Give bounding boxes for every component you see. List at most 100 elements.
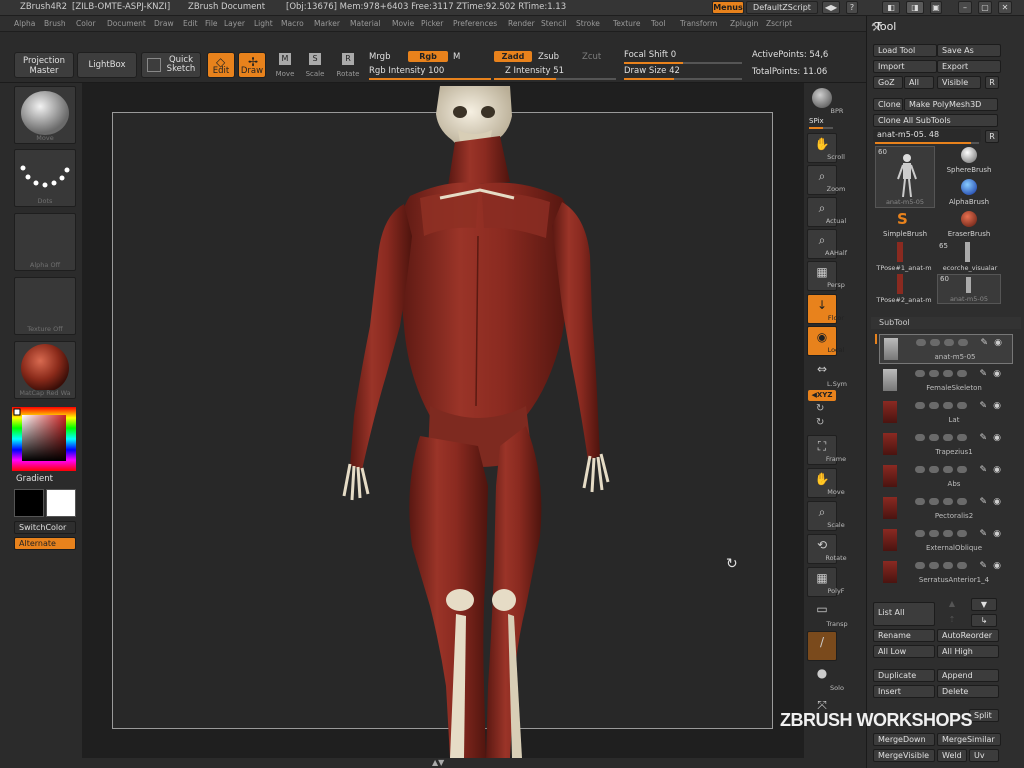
merge-similar-button[interactable]: MergeSimilar [937, 733, 1001, 746]
alpha-thumbnail[interactable]: Alpha Off [14, 213, 76, 271]
menu-stencil[interactable]: Stencil [541, 19, 566, 28]
tool-sphere-brush[interactable]: SphereBrush [939, 146, 999, 176]
persp-button[interactable]: ▦ Persp [807, 261, 845, 291]
subtool-toggle[interactable] [929, 530, 939, 537]
frame-button[interactable]: ⛶ Frame [807, 435, 846, 465]
tool-slider-track[interactable] [875, 142, 979, 144]
tool-tpose1[interactable]: TPose#1_anat-m [871, 242, 937, 272]
subtool-row[interactable]: ✎ ◉ Pectoralis2 [879, 494, 1013, 524]
subtool-toggle[interactable] [915, 562, 925, 569]
clone-all-subtools-button[interactable]: Clone All SubTools [873, 114, 998, 127]
subtool-toggle[interactable] [915, 498, 925, 505]
subtool-row[interactable]: ✎ ◉ Abs [879, 462, 1013, 492]
clone-button[interactable]: Clone [873, 98, 903, 111]
alternate-button[interactable]: Alternate [14, 537, 76, 550]
append-button[interactable]: Append [937, 669, 999, 682]
subtool-toggle[interactable] [915, 370, 925, 377]
menu-transform[interactable]: Transform [680, 19, 717, 28]
default-zscript-button[interactable]: DefaultZScript [746, 1, 818, 14]
spix-label[interactable]: SPix [809, 117, 824, 125]
subtool-row[interactable]: ✎ ◉ anat-m5-05 [879, 334, 1013, 364]
subtool-toggle[interactable] [915, 530, 925, 537]
help-icon[interactable]: ? [846, 1, 858, 14]
gradient-label[interactable]: Gradient [16, 474, 53, 484]
subtool-toggle[interactable] [943, 498, 953, 505]
subtool-toggle[interactable] [943, 562, 953, 569]
import-button[interactable]: Import [873, 60, 937, 73]
menu-file[interactable]: File [205, 19, 218, 28]
subtool-visibility-eye-icon[interactable]: ◉ [993, 561, 1001, 571]
solo-button[interactable]: ● Solo [807, 663, 844, 693]
tool-r-button[interactable]: R [985, 130, 999, 143]
tool-anat-2[interactable]: 60 anat-m5-05 [937, 274, 1001, 304]
menu-movie[interactable]: Movie [392, 19, 414, 28]
draw-button[interactable]: ✢ Draw [238, 52, 266, 78]
subtool-visibility-eye-icon[interactable]: ◉ [993, 433, 1001, 443]
tool-eraser-brush[interactable]: EraserBrush [939, 210, 999, 240]
subtool-visibility-eye-icon[interactable]: ◉ [993, 369, 1001, 379]
material-thumbnail[interactable]: MatCap Red Wa [14, 341, 76, 399]
move-button[interactable]: M Move [272, 52, 298, 78]
projection-master-button[interactable]: Projection Master [14, 52, 74, 78]
subtool-toggle[interactable] [915, 402, 925, 409]
subtool-toggle[interactable] [957, 530, 967, 537]
goz-all-button[interactable]: All [904, 76, 934, 89]
scale-view-button[interactable]: ⌕ Scale [807, 501, 845, 531]
brush-thumbnail[interactable]: Move [14, 86, 76, 144]
subtool-toggle[interactable] [957, 466, 967, 473]
z-intensity-slider[interactable] [494, 78, 616, 80]
subtool-brush-icon[interactable]: ✎ [979, 561, 987, 571]
maximize-icon[interactable]: ▢ [978, 1, 992, 14]
subtool-toggle[interactable] [957, 370, 967, 377]
lock-icon[interactable]: ▣ [930, 1, 942, 14]
subtool-toggle[interactable] [957, 498, 967, 505]
subtool-row[interactable]: ✎ ◉ SerratusAnterior1_4 [879, 558, 1013, 588]
subtool-toggle[interactable] [944, 339, 954, 346]
actual-button[interactable]: ⌕ Actual [807, 197, 846, 227]
subtool-brush-icon[interactable]: ✎ [979, 529, 987, 539]
subtool-brush-icon[interactable]: ✎ [979, 433, 987, 443]
menu-tool[interactable]: Tool [651, 19, 666, 28]
scroll-button[interactable]: ✋ Scroll [807, 133, 845, 163]
subtool-toggle[interactable] [943, 402, 953, 409]
subtool-toggle[interactable] [930, 339, 940, 346]
zcut-button[interactable]: Zcut [582, 52, 601, 62]
subtool-brush-icon[interactable]: ✎ [979, 465, 987, 475]
switch-color-button[interactable]: SwitchColor [14, 521, 76, 534]
make-polymesh-button[interactable]: Make PolyMesh3D [904, 98, 998, 111]
subtool-toggle[interactable] [957, 562, 967, 569]
menus-toggle-button[interactable]: Menus [712, 1, 744, 14]
tool-thumb-anat[interactable]: 60 anat-m5-05 [875, 146, 935, 208]
menu-document[interactable]: Document [107, 19, 146, 28]
rotate-button[interactable]: R Rotate [334, 52, 362, 78]
quick-sketch-button[interactable]: Quick Sketch [141, 52, 201, 78]
subtool-header[interactable]: SubTool [871, 317, 1021, 329]
draw-size-slider[interactable] [624, 78, 742, 80]
menu-layer[interactable]: Layer [224, 19, 245, 28]
spix-slider[interactable] [809, 127, 833, 129]
export-button[interactable]: Export [937, 60, 1001, 73]
subtool-toggle[interactable] [915, 466, 925, 473]
zoom-button[interactable]: ⌕ Zoom [807, 165, 845, 195]
edit-button[interactable]: ◇ Edit [207, 52, 235, 78]
menu-marker[interactable]: Marker [314, 19, 340, 28]
menu-zplugin[interactable]: Zplugin [730, 19, 758, 28]
insert-button[interactable]: Insert [873, 685, 935, 698]
transp-button[interactable]: ▭ Transp [807, 599, 847, 629]
subtool-move-down-icon[interactable]: ↳ [971, 614, 997, 627]
subtool-toggle[interactable] [943, 434, 953, 441]
menu-light[interactable]: Light [254, 19, 273, 28]
ghost-button[interactable]: / [807, 631, 837, 661]
layout-left-icon[interactable]: ◧ [882, 1, 900, 14]
floor-button[interactable]: ↓ Floor [807, 294, 844, 324]
current-tool-slider[interactable]: anat-m5-05. 48 [873, 129, 981, 142]
menu-edit[interactable]: Edit [183, 19, 198, 28]
duplicate-button[interactable]: Duplicate [873, 669, 935, 682]
menu-zscript[interactable]: Zscript [766, 19, 792, 28]
menu-material[interactable]: Material [350, 19, 380, 28]
all-high-button[interactable]: All High [937, 645, 999, 658]
list-all-button[interactable]: List All [873, 602, 935, 626]
subtool-toggle[interactable] [929, 562, 939, 569]
subtool-brush-icon[interactable]: ✎ [979, 369, 987, 379]
zadd-button[interactable]: Zadd [494, 51, 532, 62]
